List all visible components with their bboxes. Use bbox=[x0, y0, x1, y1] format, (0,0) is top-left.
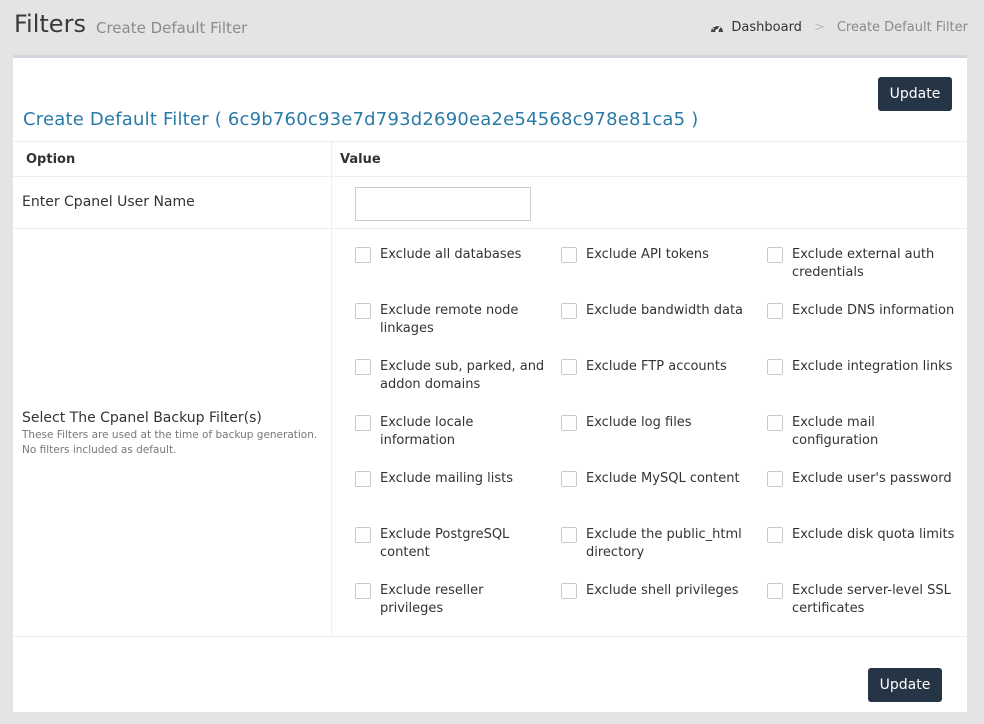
filter-checkbox-label: Exclude mailing lists bbox=[380, 471, 514, 486]
page-title: Filters bbox=[14, 10, 86, 38]
checkbox[interactable] bbox=[561, 303, 577, 319]
breadcrumb-separator: > bbox=[813, 20, 825, 35]
filter-checkbox-item[interactable]: Exclude FTP accounts bbox=[561, 358, 751, 376]
filter-checkbox-item[interactable]: Exclude sub, parked, and addon domains bbox=[355, 358, 545, 394]
filter-checkbox-label: Exclude external auth credentials bbox=[792, 247, 935, 280]
filter-checkbox-item[interactable]: Exclude reseller privileges bbox=[355, 582, 545, 618]
filter-checkbox-label: Exclude all databases bbox=[380, 247, 522, 262]
filter-checkbox-item[interactable]: Exclude user's password bbox=[767, 470, 957, 488]
filter-checkbox-label: Exclude FTP accounts bbox=[586, 359, 727, 374]
checkbox[interactable] bbox=[561, 527, 577, 543]
filter-checkbox-label: Exclude PostgreSQL content bbox=[380, 527, 510, 560]
table-header: Option Value bbox=[13, 141, 967, 177]
box-title: Create Default Filter ( 6c9b760c93e7d793… bbox=[23, 109, 699, 130]
filter-checkbox-label: Exclude shell privileges bbox=[586, 583, 739, 598]
checkbox[interactable] bbox=[561, 583, 577, 599]
filter-checkbox-label: Exclude server-level SSL certificates bbox=[792, 583, 951, 616]
checkbox[interactable] bbox=[355, 303, 371, 319]
update-button-bottom[interactable]: Update bbox=[868, 668, 942, 702]
filter-checkbox-item[interactable]: Exclude bandwidth data bbox=[561, 302, 751, 320]
username-input[interactable] bbox=[355, 187, 531, 221]
filter-checkbox-label: Exclude bandwidth data bbox=[586, 303, 744, 318]
checkbox[interactable] bbox=[767, 471, 783, 487]
checkbox[interactable] bbox=[355, 583, 371, 599]
filter-checkbox-label: Exclude DNS information bbox=[792, 303, 955, 318]
filter-checkbox-label: Exclude log files bbox=[586, 415, 692, 430]
checkbox[interactable] bbox=[767, 303, 783, 319]
checkbox[interactable] bbox=[561, 415, 577, 431]
filter-checkbox-label: Exclude mail configuration bbox=[792, 415, 879, 448]
checkbox[interactable] bbox=[561, 247, 577, 263]
column-header-option: Option bbox=[26, 152, 76, 167]
filter-checkbox-item[interactable]: Exclude external auth credentials bbox=[767, 246, 957, 282]
checkbox[interactable] bbox=[355, 471, 371, 487]
filter-checkbox-item[interactable]: Exclude disk quota limits bbox=[767, 526, 957, 544]
filter-checkbox-item[interactable]: Exclude mailing lists bbox=[355, 470, 545, 488]
checkbox[interactable] bbox=[767, 415, 783, 431]
filter-checkbox-label: Exclude MySQL content bbox=[586, 471, 740, 486]
filter-checkbox-item[interactable]: Exclude locale information bbox=[355, 414, 545, 450]
filter-checkbox-item[interactable]: Exclude log files bbox=[561, 414, 751, 432]
checkbox[interactable] bbox=[561, 471, 577, 487]
filter-checkbox-item[interactable]: Exclude shell privileges bbox=[561, 582, 751, 600]
breadcrumb: Dashboard > Create Default Filter bbox=[710, 20, 968, 35]
breadcrumb-current: Create Default Filter bbox=[836, 20, 968, 35]
filter-checkbox-item[interactable]: Exclude the public_html directory bbox=[561, 526, 751, 562]
table-row-username: Enter Cpanel User Name bbox=[13, 177, 967, 229]
filter-checkbox-label: Exclude the public_html directory bbox=[586, 527, 742, 560]
column-header-value: Value bbox=[340, 152, 381, 167]
filter-checkbox-item[interactable]: Exclude PostgreSQL content bbox=[355, 526, 545, 562]
filter-checkbox-item[interactable]: Exclude API tokens bbox=[561, 246, 751, 264]
filter-checkbox-label: Exclude user's password bbox=[792, 471, 952, 486]
table-row-filters: Select The Cpanel Backup Filter(s) These… bbox=[13, 229, 967, 637]
filter-checkbox-label: Exclude locale information bbox=[380, 415, 474, 448]
checkbox[interactable] bbox=[355, 415, 371, 431]
checkbox[interactable] bbox=[767, 247, 783, 263]
checkbox[interactable] bbox=[767, 527, 783, 543]
checkbox[interactable] bbox=[767, 583, 783, 599]
checkbox[interactable] bbox=[355, 359, 371, 375]
filter-checkbox-label: Exclude disk quota limits bbox=[792, 527, 955, 542]
checkbox[interactable] bbox=[355, 527, 371, 543]
dashboard-icon bbox=[711, 24, 724, 33]
filter-checkbox-item[interactable]: Exclude all databases bbox=[355, 246, 545, 264]
filter-checkbox-item[interactable]: Exclude server-level SSL certificates bbox=[767, 582, 957, 618]
filter-checkbox-label: Exclude remote node linkages bbox=[380, 303, 519, 336]
checkbox[interactable] bbox=[561, 359, 577, 375]
filter-form-box: Update Create Default Filter ( 6c9b760c9… bbox=[13, 55, 967, 712]
breadcrumb-dashboard-link[interactable]: Dashboard bbox=[710, 20, 802, 35]
filter-checkbox-item[interactable]: Exclude mail configuration bbox=[767, 414, 957, 450]
filters-help-line-2: No filters included as default. bbox=[22, 444, 177, 456]
filter-checkbox-item[interactable]: Exclude remote node linkages bbox=[355, 302, 545, 338]
filter-checkbox-label: Exclude API tokens bbox=[586, 247, 709, 262]
username-label: Enter Cpanel User Name bbox=[22, 194, 195, 210]
filter-checkbox-label: Exclude reseller privileges bbox=[380, 583, 484, 616]
filter-checkbox-label: Exclude integration links bbox=[792, 359, 953, 374]
filter-checkbox-label: Exclude sub, parked, and addon domains bbox=[380, 359, 545, 392]
filters-label: Select The Cpanel Backup Filter(s) bbox=[22, 410, 262, 426]
filter-checkbox-item[interactable]: Exclude integration links bbox=[767, 358, 957, 376]
filter-checkbox-item[interactable]: Exclude MySQL content bbox=[561, 470, 751, 488]
breadcrumb-dashboard-label: Dashboard bbox=[731, 20, 802, 35]
page-subtitle: Create Default Filter bbox=[96, 19, 248, 37]
checkbox[interactable] bbox=[355, 247, 371, 263]
checkbox[interactable] bbox=[767, 359, 783, 375]
filter-checkbox-item[interactable]: Exclude DNS information bbox=[767, 302, 957, 320]
filters-help-line-1: These Filters are used at the time of ba… bbox=[22, 429, 318, 441]
update-button-top[interactable]: Update bbox=[878, 77, 952, 111]
filters-help-text: These Filters are used at the time of ba… bbox=[22, 428, 322, 458]
